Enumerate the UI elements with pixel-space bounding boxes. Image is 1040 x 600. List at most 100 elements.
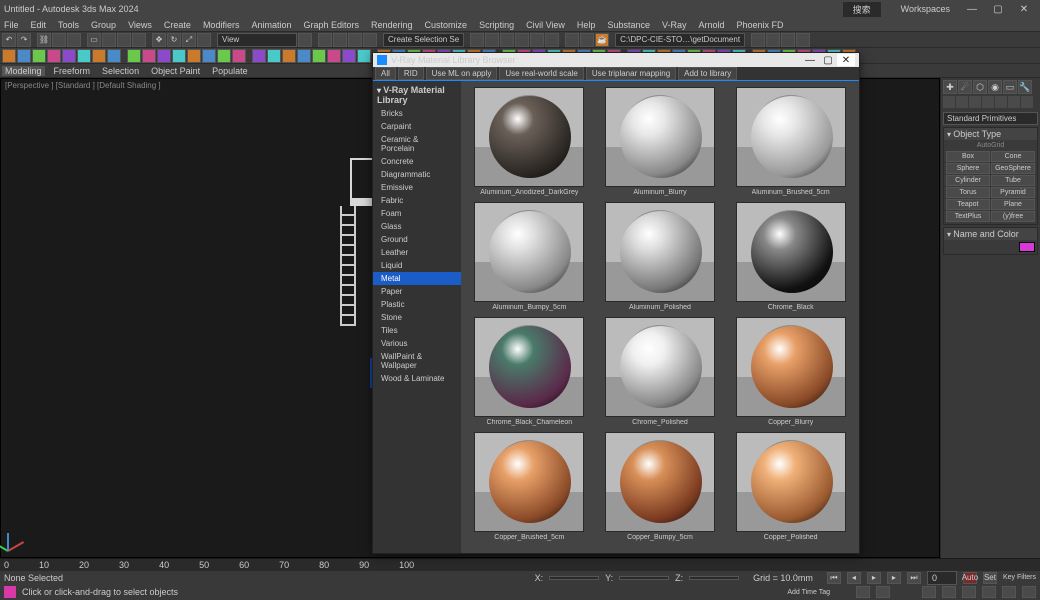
- primitive-category-drop[interactable]: Standard Primitives: [943, 112, 1038, 125]
- plugin-btn-2[interactable]: [32, 49, 46, 63]
- workspaces-drop[interactable]: Workspaces: [901, 4, 950, 14]
- plugin-btn-17[interactable]: [267, 49, 281, 63]
- bind-button[interactable]: [67, 33, 81, 47]
- align-button[interactable]: [485, 33, 499, 47]
- percent-snap-toggle[interactable]: [348, 33, 362, 47]
- material-aluminum_blurry[interactable]: Aluminum_Blurry: [598, 87, 723, 196]
- minimize-button[interactable]: —: [960, 2, 984, 16]
- key-filters[interactable]: Key Filters: [1003, 574, 1036, 581]
- plugin-btn-5[interactable]: [77, 49, 91, 63]
- placement-button[interactable]: [197, 33, 211, 47]
- category-plastic[interactable]: Plastic: [373, 298, 461, 311]
- menu-help[interactable]: Help: [575, 20, 598, 30]
- plugin-btn-11[interactable]: [172, 49, 186, 63]
- category-metal[interactable]: Metal: [373, 272, 461, 285]
- utilities-tab[interactable]: 🔧: [1018, 80, 1032, 94]
- menu-create[interactable]: Create: [162, 20, 193, 30]
- menu-animation[interactable]: Animation: [249, 20, 293, 30]
- material-aluminum_polished[interactable]: Aluminum_Polished: [598, 202, 723, 311]
- create-cone[interactable]: Cone: [991, 151, 1035, 162]
- plugin-btn-21[interactable]: [327, 49, 341, 63]
- schematic-button[interactable]: [530, 33, 544, 47]
- plugin-btn-0[interactable]: [2, 49, 16, 63]
- maximize-viewport-button[interactable]: [1022, 586, 1036, 598]
- menu-group[interactable]: Group: [89, 20, 118, 30]
- prev-frame-button[interactable]: ◂: [847, 572, 861, 584]
- category-concrete[interactable]: Concrete: [373, 155, 461, 168]
- plugin-btn-13[interactable]: [202, 49, 216, 63]
- undo-button[interactable]: ↶: [2, 33, 16, 47]
- select-region-button[interactable]: [117, 33, 131, 47]
- category-carpaint[interactable]: Carpaint: [373, 120, 461, 133]
- material-chrome_polished[interactable]: Chrome_Polished: [598, 317, 723, 426]
- x-field[interactable]: [549, 576, 599, 580]
- layer-button[interactable]: [500, 33, 514, 47]
- plugin-btn-8[interactable]: [127, 49, 141, 63]
- ref-coord-drop[interactable]: View: [217, 33, 297, 47]
- filter-all[interactable]: All: [375, 67, 396, 80]
- name-color-rollout[interactable]: ▾ Name and Color: [944, 228, 1037, 240]
- dialog-maximize[interactable]: ▢: [819, 54, 837, 66]
- dialog-titlebar[interactable]: V-Ray Material Library Browser — ▢ ✕: [373, 53, 859, 67]
- category-leather[interactable]: Leather: [373, 246, 461, 259]
- create-torus[interactable]: Torus: [946, 187, 990, 198]
- plugin-btn-14[interactable]: [217, 49, 231, 63]
- maximize-button[interactable]: ▢: [986, 2, 1010, 16]
- goto-end-button[interactable]: ⏭: [907, 572, 921, 584]
- link-button[interactable]: ⛓: [37, 33, 51, 47]
- filter-add-to-library[interactable]: Add to library: [678, 67, 737, 80]
- ribbon-tab-object paint[interactable]: Object Paint: [148, 66, 203, 76]
- create-pyramid[interactable]: Pyramid: [991, 187, 1035, 198]
- cameras-icon[interactable]: [982, 96, 994, 108]
- motion-tab[interactable]: ◉: [988, 80, 1002, 94]
- ribbon-tab-selection[interactable]: Selection: [99, 66, 142, 76]
- material-copper_polished[interactable]: Copper_Polished: [728, 432, 853, 541]
- next-frame-button[interactable]: ▸: [887, 572, 901, 584]
- window-crossing-button[interactable]: [132, 33, 146, 47]
- category-various[interactable]: Various: [373, 337, 461, 350]
- isolate-toggle[interactable]: [856, 586, 870, 598]
- z-field[interactable]: [689, 576, 739, 580]
- object-type-rollout[interactable]: ▾ Object Type: [944, 128, 1037, 140]
- setkey-button[interactable]: Set: [983, 572, 997, 584]
- spacewarps-icon[interactable]: [1008, 96, 1020, 108]
- pan-button[interactable]: [922, 586, 936, 598]
- tool-a[interactable]: [751, 33, 765, 47]
- zoom-extents-button[interactable]: [962, 586, 976, 598]
- curve-editor-button[interactable]: [515, 33, 529, 47]
- frame-field[interactable]: 0: [927, 571, 957, 585]
- script-listener-icon[interactable]: [4, 586, 16, 598]
- create-tube[interactable]: Tube: [991, 175, 1035, 186]
- timeline[interactable]: 0102030405060708090100: [0, 558, 1040, 570]
- create-teapot[interactable]: Teapot: [946, 199, 990, 210]
- selection-lock[interactable]: [876, 586, 890, 598]
- category-ground[interactable]: Ground: [373, 233, 461, 246]
- create-plane[interactable]: Plane: [991, 199, 1035, 210]
- menu-file[interactable]: File: [2, 20, 21, 30]
- select-button[interactable]: ▭: [87, 33, 101, 47]
- menu-scripting[interactable]: Scripting: [477, 20, 516, 30]
- close-button[interactable]: ✕: [1012, 2, 1036, 16]
- menu-civilview[interactable]: Civil View: [524, 20, 567, 30]
- ribbon-tab-populate[interactable]: Populate: [209, 66, 251, 76]
- filter-use-real-world-scale[interactable]: Use real-world scale: [499, 67, 583, 80]
- material-copper_bumpy_5cm[interactable]: Copper_Bumpy_5cm: [598, 432, 723, 541]
- angle-snap-toggle[interactable]: [333, 33, 347, 47]
- category-foam[interactable]: Foam: [373, 207, 461, 220]
- render-button[interactable]: ☕: [595, 33, 609, 47]
- plugin-btn-12[interactable]: [187, 49, 201, 63]
- create-box[interactable]: Box: [946, 151, 990, 162]
- plugin-btn-23[interactable]: [357, 49, 371, 63]
- plugin-btn-19[interactable]: [297, 49, 311, 63]
- play-button[interactable]: ▸: [867, 572, 881, 584]
- material-aluminum_anodized_darkgrey[interactable]: Aluminum_Anodized_DarkGrey: [467, 87, 592, 196]
- library-header[interactable]: ▾ V-Ray Material Library: [373, 83, 461, 107]
- tool-d[interactable]: [796, 33, 810, 47]
- filter-use-ml-on-apply[interactable]: Use ML on apply: [426, 67, 498, 80]
- plugin-btn-20[interactable]: [312, 49, 326, 63]
- menu-edit[interactable]: Edit: [29, 20, 49, 30]
- menu-grapheditors[interactable]: Graph Editors: [301, 20, 361, 30]
- fov-button[interactable]: [982, 586, 996, 598]
- material-copper_brushed_5cm[interactable]: Copper_Brushed_5cm: [467, 432, 592, 541]
- hierarchy-tab[interactable]: ⬡: [973, 80, 987, 94]
